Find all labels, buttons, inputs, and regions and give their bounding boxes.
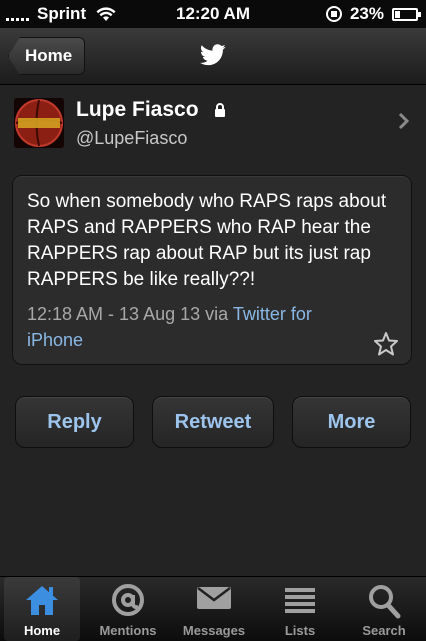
tab-home[interactable]: Home [4,577,80,641]
tab-home-label: Home [23,623,61,638]
battery-icon [392,7,421,21]
search-icon [369,585,401,619]
tweet-card: So when somebody who RAPS raps about RAP… [12,175,412,365]
tab-messages-label: Messages [182,623,246,638]
navigation-bar: Home [0,28,426,85]
avatar-image [14,98,64,148]
status-bar: Sprint 12:20 AM 23% [0,0,426,28]
lock-icon [215,103,226,117]
battery-percent: 23% [349,4,384,23]
tab-bar: Home Mentions Messages Lists Search [0,576,426,641]
tab-mentions-label: Mentions [99,623,157,638]
tab-search[interactable]: Search [346,577,422,641]
chevron-right-icon[interactable] [398,112,410,130]
tab-mentions[interactable]: Mentions [90,577,166,641]
profile-name-text: Lupe Fiasco [76,98,199,121]
profile-header[interactable]: Lupe Fiasco @LupeFiasco [0,84,426,164]
tweet-timestamp: 12:18 AM - 13 Aug 13 [27,304,201,324]
list-icon [285,588,315,613]
home-back-button[interactable]: Home [8,37,86,75]
tab-lists[interactable]: Lists [262,577,338,641]
envelope-icon [197,587,231,609]
status-right: 23% [325,4,421,24]
tweet-meta: 12:18 AM - 13 Aug 13 via Twitter for iPh… [27,301,357,353]
home-icon [26,586,58,615]
tab-search-label: Search [362,623,406,638]
reply-button[interactable]: Reply [15,396,134,448]
retweet-button[interactable]: Retweet [152,396,274,448]
twitter-bird-icon [200,44,226,66]
favorite-star-icon[interactable] [373,331,399,356]
tweet-text: So when somebody who RAPS raps about RAP… [27,191,387,290]
profile-handle: @LupeFiasco [76,128,188,148]
tweet-via: via [205,304,229,324]
avatar[interactable] [14,98,64,148]
more-button[interactable]: More [292,396,411,448]
tab-messages[interactable]: Messages [176,577,252,641]
at-icon [112,584,144,616]
rotation-lock-icon [325,6,342,22]
tab-lists-label: Lists [284,623,316,638]
profile-name: Lupe Fiasco [76,98,226,122]
